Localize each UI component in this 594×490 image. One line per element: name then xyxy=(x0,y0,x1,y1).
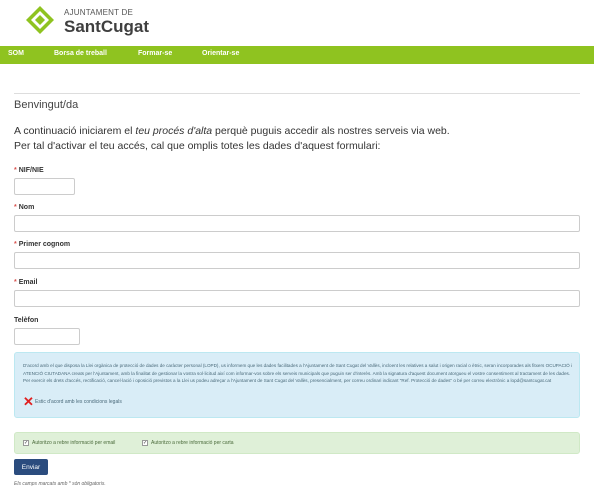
post-consent-label: Autoritzo a rebre informació per carta xyxy=(151,440,234,446)
page-title: Benvingut/da xyxy=(14,99,79,111)
intro-text: A continuació iniciarem el teu procés d'… xyxy=(14,124,450,154)
email-consent-checkbox[interactable]: ✓ xyxy=(23,440,29,446)
nom-label-text: Nom xyxy=(18,204,35,211)
nav-item-orientar-se[interactable]: Orientar-se xyxy=(202,50,239,57)
required-fields-note: Els camps marcats amb * són obligatoris. xyxy=(14,481,106,487)
site-header: AJUNTAMENT DE SantCugat xyxy=(0,0,594,46)
cognom-label: * Primer cognom xyxy=(14,241,70,248)
logo-big-text: SantCugat xyxy=(64,17,149,36)
required-marker: * xyxy=(14,279,17,286)
intro-line2: Per tal d'activar el teu accés, cal que … xyxy=(14,140,381,152)
nif-input[interactable] xyxy=(14,178,75,195)
email-label: * Email xyxy=(14,279,37,286)
telefon-input[interactable] xyxy=(14,328,80,345)
nom-input[interactable] xyxy=(14,215,580,232)
intro-line1-emphasis: teu procés d'alta xyxy=(135,125,213,137)
intro-line1-start: A continuació iniciarem el xyxy=(14,125,136,137)
main-nav: SOM Borsa de treball Formar-se Orientar-… xyxy=(0,46,594,64)
email-consent-label: Autoritzo a rebre informació per email xyxy=(32,440,116,446)
telefon-label-text: Telèfon xyxy=(14,317,39,324)
cognom-label-text: Primer cognom xyxy=(18,241,71,248)
email-input[interactable] xyxy=(14,290,580,307)
nom-label: * Nom xyxy=(14,204,34,211)
required-marker: * xyxy=(14,241,17,248)
divider xyxy=(14,93,580,94)
logo-small-text: AJUNTAMENT DE xyxy=(64,8,133,17)
telefon-label: Telèfon xyxy=(14,317,38,324)
required-marker: * xyxy=(14,167,17,174)
email-label-text: Email xyxy=(18,279,38,286)
nav-item-borsa-de-treball[interactable]: Borsa de treball xyxy=(54,50,107,57)
legal-accept-label: Estic d'acord amb les condicions legals xyxy=(35,399,122,405)
nav-item-formar-se[interactable]: Formar-se xyxy=(138,50,172,57)
consent-box: ✓ Autoritzo a rebre informació per email… xyxy=(14,432,580,454)
nif-label: * NIF/NIE xyxy=(14,167,44,174)
cognom-input[interactable] xyxy=(14,252,580,269)
legal-info-box: D'acord amb el que disposa la Llei orgàn… xyxy=(14,352,580,418)
close-x-icon[interactable]: ✕ xyxy=(23,395,34,408)
logo-wordmark[interactable]: AJUNTAMENT DE SantCugat xyxy=(64,8,149,36)
required-marker: * xyxy=(14,204,17,211)
legal-text: D'acord amb el que disposa la Llei orgàn… xyxy=(23,363,573,384)
submit-button[interactable]: Enviar xyxy=(14,459,48,475)
sant-cugat-logo-icon[interactable] xyxy=(26,6,54,34)
nif-label-text: NIF/NIE xyxy=(18,167,44,174)
post-consent-checkbox[interactable]: ✓ xyxy=(142,440,148,446)
intro-line1-end: perquè puguis accedir als nostres servei… xyxy=(212,125,450,137)
nav-item-som[interactable]: SOM xyxy=(8,50,24,57)
